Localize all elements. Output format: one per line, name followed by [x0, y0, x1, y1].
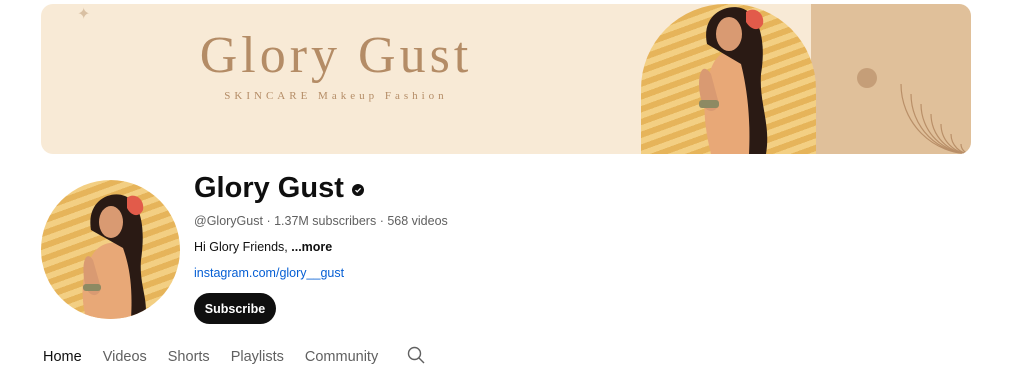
channel-tabs: Home Videos Shorts Playlists Community — [43, 345, 425, 368]
channel-description[interactable]: Hi Glory Friends, ...more — [194, 240, 332, 254]
decor-dot — [857, 68, 877, 88]
channel-avatar[interactable] — [41, 180, 180, 319]
sparkle-icon: ✦ — [77, 6, 91, 23]
channel-banner: ✦ Glory Gust SKINCARE Makeup Fashion — [41, 4, 971, 154]
meta-separator: · — [266, 214, 275, 228]
description-text: Hi Glory Friends, — [194, 240, 288, 254]
decor-rings — [900, 83, 971, 154]
video-count: 568 videos — [387, 214, 448, 228]
channel-link[interactable]: instagram.com/glory__gust — [194, 266, 344, 280]
banner-photo — [641, 4, 816, 154]
banner-subtitle: SKINCARE Makeup Fashion — [224, 90, 448, 102]
more-link[interactable]: ...more — [291, 240, 332, 254]
tab-playlists[interactable]: Playlists — [231, 349, 284, 365]
tab-community[interactable]: Community — [305, 349, 378, 365]
channel-name-text: Glory Gust — [194, 172, 344, 204]
verified-check-icon — [351, 184, 364, 196]
tab-shorts[interactable]: Shorts — [168, 349, 210, 365]
channel-name: Glory Gust — [194, 172, 364, 205]
subscribe-button[interactable]: Subscribe — [194, 293, 276, 324]
search-icon[interactable] — [407, 346, 425, 368]
channel-handle: @GloryGust — [194, 214, 263, 228]
banner-title: Glory Gust — [199, 27, 473, 84]
tab-videos[interactable]: Videos — [103, 349, 147, 365]
tab-home[interactable]: Home — [43, 349, 82, 365]
subscriber-count: 1.37M subscribers — [274, 214, 377, 228]
channel-meta: @GloryGust · 1.37M subscribers · 568 vid… — [194, 214, 448, 228]
